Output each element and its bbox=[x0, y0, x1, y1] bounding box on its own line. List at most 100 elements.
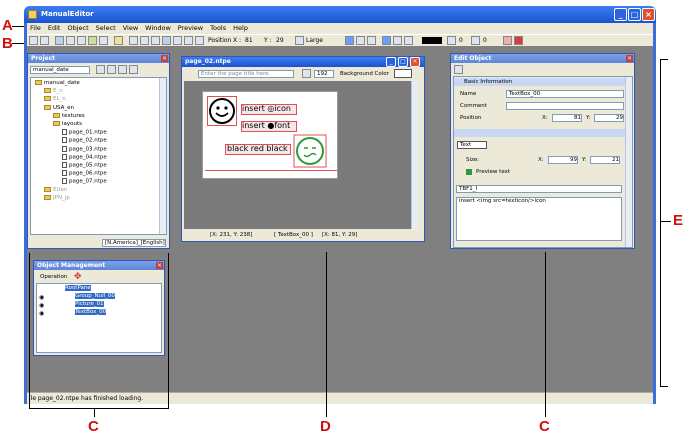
align-middle-icon[interactable] bbox=[173, 36, 182, 45]
font-select[interactable]: TBF1_I bbox=[456, 185, 622, 193]
page-minimize-button[interactable]: _ bbox=[386, 57, 396, 67]
tree-root-pane[interactable]: RootPane bbox=[65, 285, 91, 291]
project-tree-item[interactable]: page_05.ntpe bbox=[62, 162, 107, 169]
move-icon[interactable]: ✥ bbox=[74, 272, 82, 282]
align-left-icon[interactable] bbox=[129, 36, 138, 45]
project-tool-1-icon[interactable] bbox=[96, 65, 105, 74]
text-align-center-icon[interactable] bbox=[356, 36, 365, 45]
distribute-icon[interactable] bbox=[195, 36, 204, 45]
callout-a-line bbox=[12, 26, 24, 27]
align-top-icon[interactable] bbox=[162, 36, 171, 45]
visibility-eye-icon[interactable]: ◉ bbox=[39, 302, 44, 309]
tree-group-null[interactable]: Group_Null_00 bbox=[75, 293, 115, 299]
project-tree-item[interactable]: page_03.ntpe bbox=[62, 145, 107, 152]
position-x-input[interactable]: 81 bbox=[552, 114, 582, 122]
menu-help[interactable]: Help bbox=[233, 23, 248, 34]
text-tab[interactable]: Text bbox=[457, 141, 487, 149]
menu-select[interactable]: Select bbox=[96, 23, 116, 34]
project-tree-item[interactable]: EL_n bbox=[44, 96, 66, 102]
project-tree-item[interactable]: manual_date bbox=[35, 80, 80, 86]
snap-icon[interactable] bbox=[99, 36, 108, 45]
project-tree-item[interactable]: page_02.ntpe bbox=[62, 137, 107, 144]
name-input[interactable]: TextBox_00 bbox=[506, 90, 624, 98]
close-button[interactable]: × bbox=[642, 8, 655, 21]
text-section-header[interactable] bbox=[454, 129, 626, 137]
menu-view[interactable]: View bbox=[123, 23, 138, 34]
bg-color-swatch[interactable] bbox=[394, 69, 412, 78]
size-x-label: X: bbox=[538, 157, 544, 163]
page-maximize-button[interactable]: □ bbox=[398, 57, 408, 67]
region-select[interactable]: [N.America]_[English] bbox=[102, 239, 166, 247]
size-y-input[interactable]: 21 bbox=[590, 156, 620, 164]
menu-object[interactable]: Object bbox=[67, 23, 88, 34]
valign-top-icon[interactable] bbox=[382, 36, 391, 45]
menu-edit[interactable]: Edit bbox=[48, 23, 61, 34]
align-center-icon[interactable] bbox=[140, 36, 149, 45]
smiley-icon bbox=[209, 98, 235, 124]
canvas-scrollbar[interactable] bbox=[411, 81, 418, 229]
visibility-eye-icon[interactable]: ◉ bbox=[39, 310, 44, 317]
valign-bottom-icon[interactable] bbox=[404, 36, 413, 45]
align-right-icon[interactable] bbox=[151, 36, 160, 45]
edit-tool-icon[interactable] bbox=[66, 36, 75, 45]
project-tree-item[interactable]: page_06.ntpe bbox=[62, 170, 107, 177]
project-selector[interactable]: manual_date bbox=[30, 66, 90, 74]
project-tree-item[interactable]: JPN_jp bbox=[44, 194, 70, 201]
page-title-input[interactable]: Enter the page title here bbox=[198, 70, 294, 78]
align-bottom-icon[interactable] bbox=[184, 36, 193, 45]
project-tree-item[interactable]: USA_en bbox=[44, 104, 74, 111]
char-spacing-value[interactable]: 0 bbox=[459, 36, 463, 45]
minimize-button[interactable]: _ bbox=[614, 8, 627, 21]
position-y-input[interactable]: 29 bbox=[594, 114, 624, 122]
project-tree-item[interactable]: E_n bbox=[44, 88, 63, 94]
project-close-icon[interactable]: × bbox=[161, 55, 168, 62]
valign-middle-icon[interactable] bbox=[393, 36, 402, 45]
page-close-button[interactable]: × bbox=[410, 57, 420, 67]
project-tree-item[interactable]: layouts bbox=[53, 121, 82, 127]
preview-checkbox[interactable] bbox=[466, 169, 472, 175]
text-color-swatch[interactable] bbox=[422, 37, 442, 44]
size-x-input[interactable]: 99 bbox=[548, 156, 578, 164]
edit-object-tool-icon[interactable] bbox=[454, 65, 463, 74]
project-tool-3-icon[interactable] bbox=[118, 65, 127, 74]
redo-icon[interactable] bbox=[40, 36, 49, 45]
refresh-icon[interactable] bbox=[129, 65, 138, 74]
text-align-left-icon[interactable] bbox=[345, 36, 354, 45]
undo-icon[interactable] bbox=[29, 36, 38, 45]
text-content-area[interactable]: insert <img src=texticon/>icon bbox=[456, 197, 622, 241]
hand-tool-icon[interactable] bbox=[77, 36, 86, 45]
tree-textbox[interactable]: TextBox_00 bbox=[75, 309, 107, 315]
visibility-eye-icon[interactable]: ◉ bbox=[39, 294, 44, 301]
maximize-button[interactable]: □ bbox=[628, 8, 641, 21]
project-tool-2-icon[interactable] bbox=[107, 65, 116, 74]
edit-object-body: Basic Information Name TextBox_00 Commen… bbox=[453, 76, 633, 248]
basic-info-section[interactable]: Basic Information bbox=[454, 78, 626, 86]
menu-window[interactable]: Window bbox=[145, 23, 171, 34]
menu-file[interactable]: File bbox=[30, 23, 41, 34]
menu-preview[interactable]: Preview bbox=[178, 23, 203, 34]
menu-tools[interactable]: Tools bbox=[210, 23, 226, 34]
select-tool-icon[interactable] bbox=[55, 36, 64, 45]
page-canvas[interactable]: insert ◎icon insert ●font black red blac… bbox=[184, 81, 418, 229]
edit-object-scrollbar[interactable] bbox=[625, 77, 632, 247]
project-tree-item[interactable]: page_07.ntpe bbox=[62, 178, 107, 185]
preview-icon[interactable] bbox=[503, 36, 512, 45]
edit-object-close-icon[interactable]: × bbox=[626, 55, 633, 62]
text-align-right-icon[interactable] bbox=[367, 36, 376, 45]
project-tree-item[interactable]: textures bbox=[53, 112, 85, 119]
record-icon[interactable] bbox=[514, 36, 523, 45]
page-number-field[interactable]: 192 bbox=[314, 70, 334, 78]
line-spacing-value[interactable]: 0 bbox=[483, 36, 487, 45]
font-size-select[interactable]: Large bbox=[306, 36, 323, 45]
layout-icon[interactable] bbox=[114, 36, 123, 45]
project-tree-item[interactable]: page_01.ntpe bbox=[62, 129, 107, 136]
callout-c-right-line bbox=[545, 252, 546, 417]
project-tree-item[interactable]: page_04.ntpe bbox=[62, 153, 107, 160]
project-scrollbar[interactable] bbox=[159, 78, 166, 234]
project-tree-item[interactable]: EUen bbox=[44, 186, 67, 193]
grid-icon[interactable] bbox=[88, 36, 97, 45]
tree-picture[interactable]: Picture_01 bbox=[75, 301, 104, 307]
object-management-close-icon[interactable]: × bbox=[156, 262, 163, 269]
comment-input[interactable] bbox=[506, 102, 624, 110]
operation-menu[interactable]: Operation bbox=[40, 274, 67, 280]
